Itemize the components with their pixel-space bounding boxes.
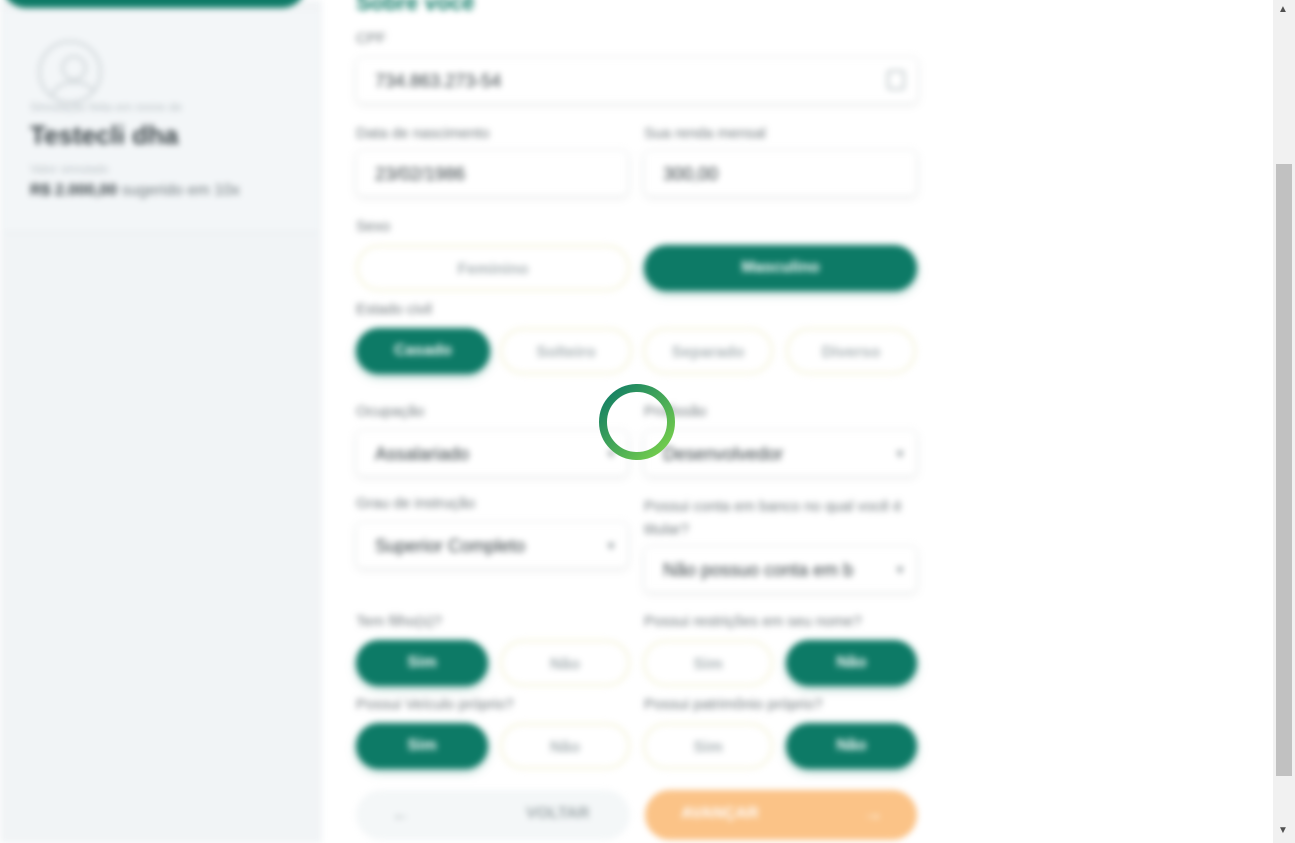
bank-account-value: Não possuo conta em b: [663, 560, 854, 580]
vehicle-option-nao[interactable]: Não: [500, 723, 630, 769]
user-name: Testecli dha: [30, 120, 179, 150]
amount-value: R$ 2.000,00: [30, 182, 118, 199]
income-input[interactable]: 300,00: [644, 150, 917, 196]
form-title: Sobre você: [356, 0, 475, 15]
marital-option-separado[interactable]: Separado: [643, 328, 773, 374]
arrow-right-icon: →: [863, 803, 883, 825]
property-option-sim[interactable]: Sim: [643, 723, 773, 769]
education-value: Superior Completo: [375, 536, 526, 556]
simulated-value-label: Valor simulado: [30, 162, 109, 176]
chevron-down-icon: ▼: [894, 447, 906, 461]
education-select[interactable]: Superior Completo ▼: [356, 522, 628, 568]
restrictions-option-nao[interactable]: Não: [786, 640, 917, 686]
occupation-label: Ocupação: [356, 403, 425, 420]
bank-account-label: Possui conta em banco no qual você é tit…: [644, 498, 902, 538]
chevron-down-icon: ▼: [605, 539, 617, 553]
restrictions-label: Possui restrições em seu nome?: [644, 613, 862, 630]
simulation-owner-label: Simulação feita em nome de: [30, 100, 183, 114]
calendar-icon[interactable]: [887, 70, 905, 90]
birth-date-value: 23/02/1986: [375, 164, 466, 184]
arrow-left-icon: ←: [392, 804, 410, 824]
cpf-input[interactable]: 734.863.273-54: [356, 57, 918, 103]
simulation-summary-card: Simulação feita em nome de Testecli dha …: [4, 12, 318, 233]
sidebar-top-bar: [2, 0, 306, 8]
profession-select[interactable]: Desenvolvedor ▼: [644, 430, 917, 476]
next-button-label: AVANÇAR: [681, 805, 759, 822]
scroll-up-arrow[interactable]: ▲: [1278, 4, 1288, 15]
marital-option-divorciado[interactable]: Diverso: [786, 328, 916, 374]
income-value: 300,00: [663, 164, 719, 184]
sex-option-feminino[interactable]: Feminino: [356, 245, 630, 291]
back-button-label: VOLTAR: [526, 805, 590, 822]
bank-account-select[interactable]: Não possuo conta em b ▼: [644, 546, 917, 592]
sex-option-masculino[interactable]: Masculino: [644, 245, 917, 291]
restrictions-option-sim[interactable]: Sim: [643, 640, 773, 686]
amount-suffix: sugerido em 10x: [121, 182, 240, 199]
sidebar: Simulação feita em nome de Testecli dha …: [0, 0, 322, 843]
marital-status-label: Estado civil: [356, 301, 432, 318]
income-label: Sua renda mensal: [644, 125, 766, 142]
user-avatar-icon: [38, 40, 102, 104]
profession-value: Desenvolvedor: [663, 444, 784, 464]
vehicle-label: Possui Veículo próprio?: [356, 696, 514, 713]
education-label: Grau de instrução: [356, 495, 476, 512]
property-option-nao[interactable]: Não: [786, 723, 917, 769]
children-option-sim[interactable]: Sim: [356, 640, 488, 686]
marital-option-casado[interactable]: Casado: [356, 328, 490, 374]
cpf-value: 734.863.273-54: [375, 71, 502, 91]
cpf-label: CPF: [356, 30, 386, 47]
loading-spinner-icon: [599, 384, 675, 460]
scroll-thumb[interactable]: [1276, 164, 1292, 776]
occupation-select[interactable]: Assalariado ▼: [356, 430, 628, 476]
birth-date-input[interactable]: 23/02/1986: [356, 150, 628, 196]
simulated-amount: R$ 2.000,00 sugerido em 10x: [30, 182, 240, 200]
back-button[interactable]: ← VOLTAR: [356, 790, 630, 840]
property-label: Possui patrimônio próprio?: [644, 696, 823, 713]
vertical-scrollbar[interactable]: ▲ ▼: [1273, 0, 1295, 843]
scroll-down-arrow[interactable]: ▼: [1278, 825, 1288, 836]
next-button[interactable]: AVANÇAR →: [645, 790, 917, 840]
vehicle-option-sim[interactable]: Sim: [356, 723, 488, 769]
children-option-nao[interactable]: Não: [500, 640, 630, 686]
children-label: Tem filho(s)?: [356, 613, 442, 630]
birth-date-label: Data de nascimento: [356, 125, 490, 142]
marital-option-solteiro[interactable]: Solteiro: [500, 328, 632, 374]
chevron-down-icon: ▼: [894, 563, 906, 577]
occupation-value: Assalariado: [375, 444, 470, 464]
sex-label: Sexo: [356, 218, 391, 235]
